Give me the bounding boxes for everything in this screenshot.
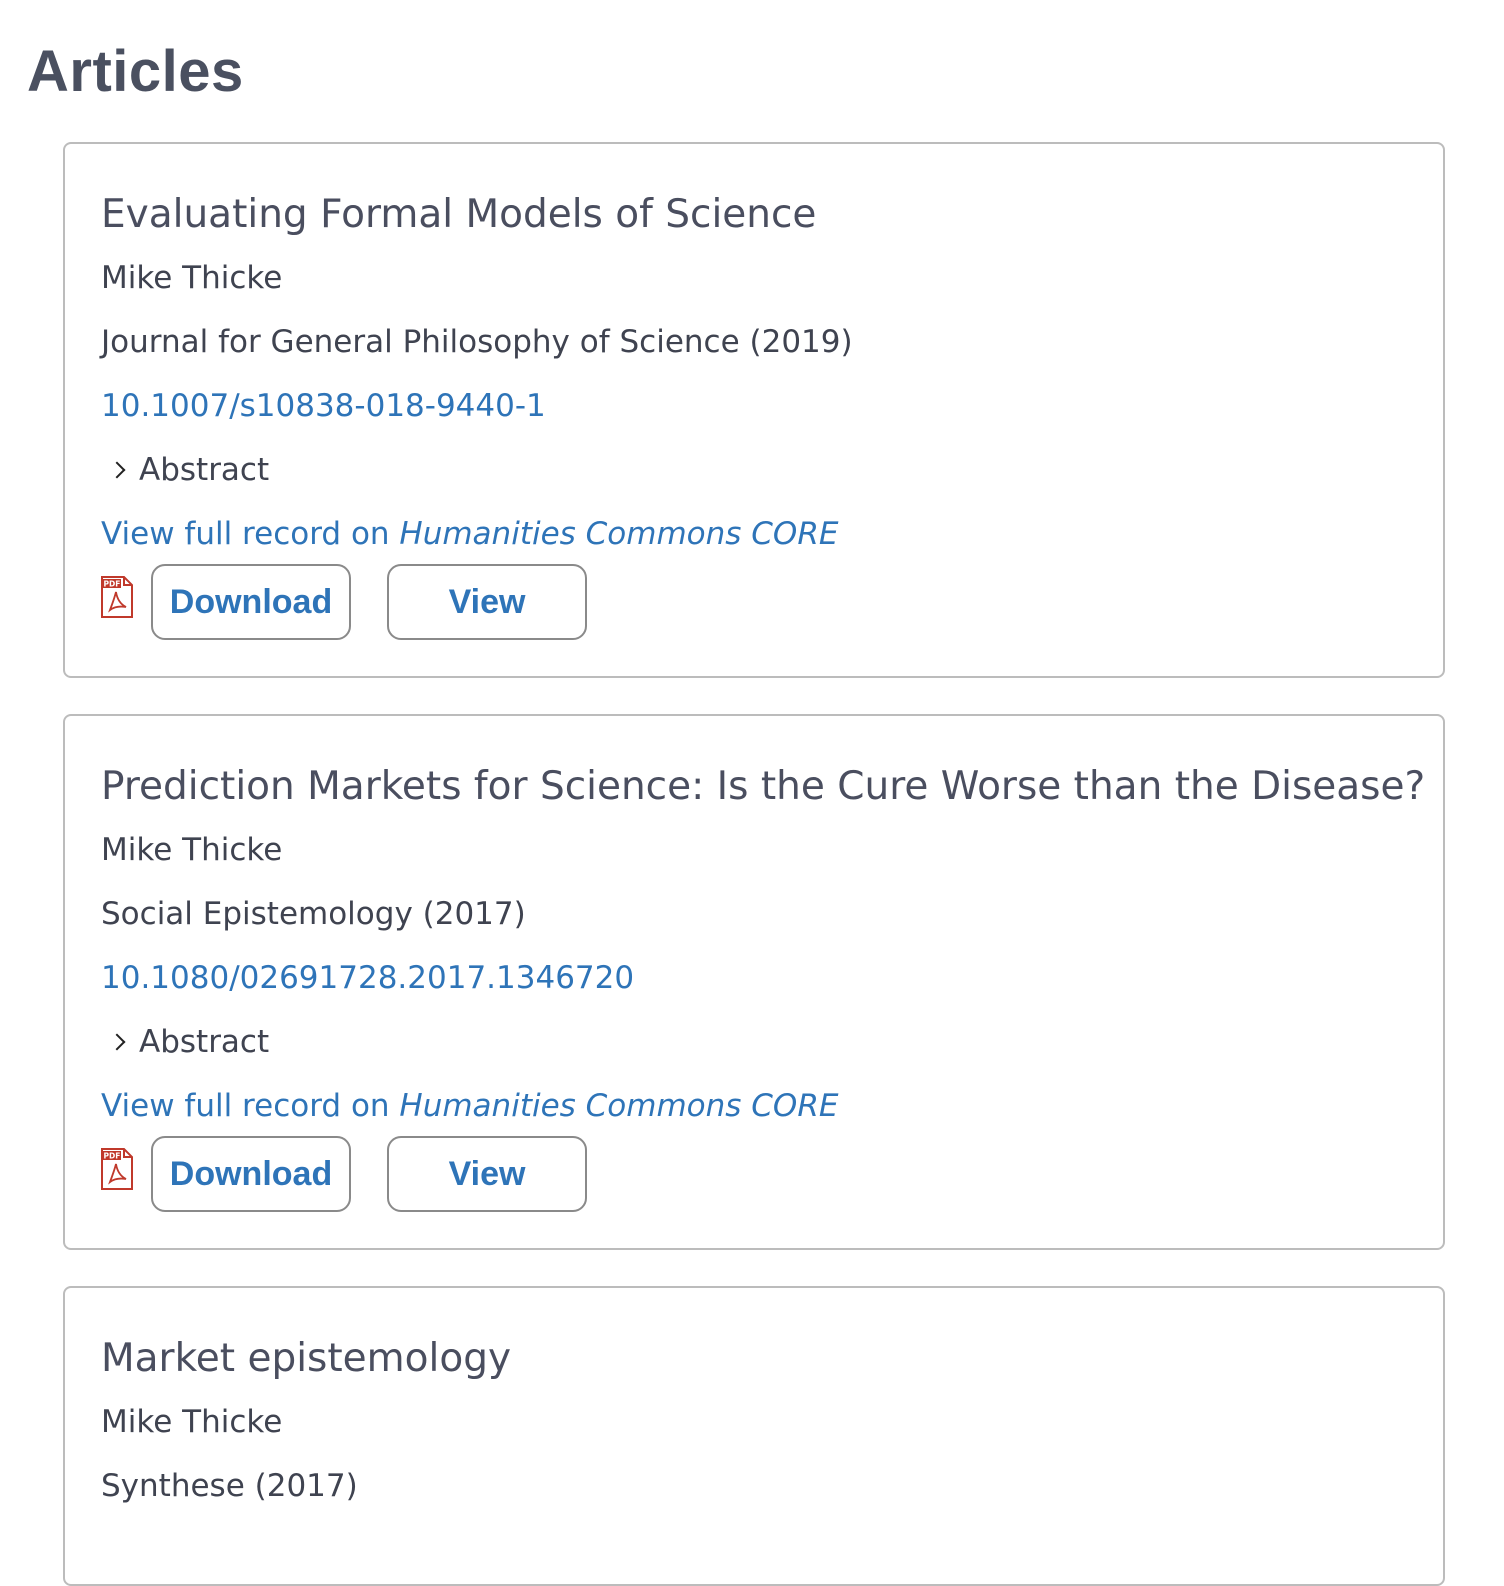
full-record-link[interactable]: View full record on Humanities Commons C… — [101, 1084, 838, 1128]
pdf-file-icon: PDF — [101, 576, 133, 618]
page-title: Articles — [27, 39, 244, 104]
article-author: Mike Thicke — [101, 1404, 283, 1440]
view-button[interactable]: View — [387, 564, 587, 640]
record-source: Humanities Commons CORE — [399, 516, 839, 552]
article-journal: Synthese (2017) — [101, 1468, 358, 1504]
view-button[interactable]: View — [387, 1136, 587, 1212]
svg-text:PDF: PDF — [104, 1152, 121, 1161]
pdf-file-icon: PDF — [101, 1148, 133, 1190]
article-doi-link[interactable]: 10.1007/s10838-018-9440-1 — [101, 384, 546, 428]
full-record-link[interactable]: View full record on Humanities Commons C… — [101, 512, 838, 556]
abstract-label: Abstract — [139, 452, 270, 488]
article-title: Market epistemology — [101, 1336, 512, 1381]
article-title: Evaluating Formal Models of Science — [101, 192, 817, 237]
chevron-right-icon — [108, 461, 126, 479]
article-doi-link[interactable]: 10.1080/02691728.2017.1346720 — [101, 956, 634, 1000]
svg-text:PDF: PDF — [104, 580, 121, 589]
article-card: Evaluating Formal Models of Science Mike… — [63, 142, 1445, 678]
record-prefix: View full record on — [101, 1088, 400, 1124]
article-title: Prediction Markets for Science: Is the C… — [101, 764, 1426, 809]
abstract-toggle[interactable]: Abstract — [108, 448, 270, 492]
record-prefix: View full record on — [101, 516, 400, 552]
download-button[interactable]: Download — [151, 564, 351, 640]
abstract-toggle[interactable]: Abstract — [108, 1020, 270, 1064]
download-button[interactable]: Download — [151, 1136, 351, 1212]
article-author: Mike Thicke — [101, 832, 283, 868]
article-journal: Journal for General Philosophy of Scienc… — [101, 324, 853, 360]
article-card: Prediction Markets for Science: Is the C… — [63, 714, 1445, 1250]
article-journal: Social Epistemology (2017) — [101, 896, 526, 932]
chevron-right-icon — [108, 1033, 126, 1051]
record-source: Humanities Commons CORE — [399, 1088, 839, 1124]
abstract-label: Abstract — [139, 1024, 270, 1060]
article-author: Mike Thicke — [101, 260, 283, 296]
article-card: Market epistemology Mike Thicke Synthese… — [63, 1286, 1445, 1586]
